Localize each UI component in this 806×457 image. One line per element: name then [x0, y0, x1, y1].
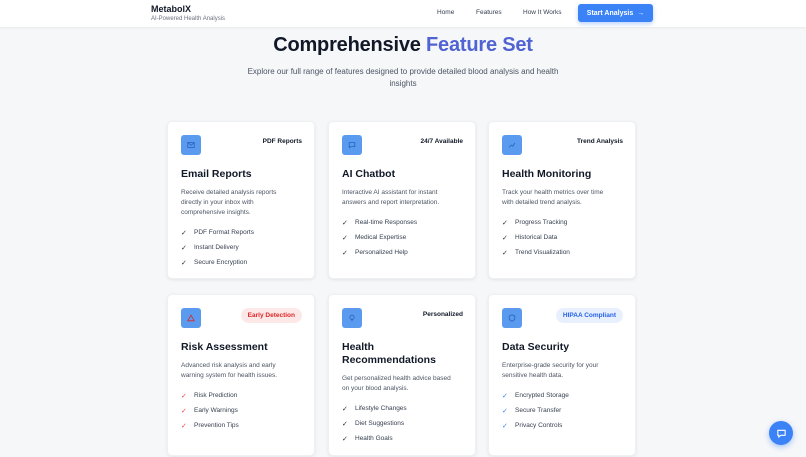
- check-icon: ✓: [502, 234, 508, 242]
- chart-icon: [502, 135, 522, 155]
- card-description: Receive detailed analysis reports direct…: [181, 189, 277, 216]
- feature-card-email-reports: PDF Reports Email Reports Receive detail…: [167, 121, 315, 279]
- check-icon: ✓: [342, 435, 348, 443]
- check-icon: ✓: [342, 249, 348, 257]
- alert-icon: [181, 308, 201, 328]
- chat-bubble-icon: [776, 429, 786, 438]
- feature-card-health-monitoring: Trend Analysis Health Monitoring Track y…: [488, 121, 636, 279]
- shield-icon: [502, 308, 522, 328]
- check-icon: ✓: [181, 244, 187, 252]
- card-badge: 24/7 Available: [420, 138, 463, 145]
- card-description: Advanced risk analysis and early warning…: [181, 362, 278, 379]
- list-item: ✓ Historical Data: [502, 234, 558, 242]
- nav-link-home[interactable]: Home: [437, 9, 454, 16]
- list-item: ✓ PDF Format Reports: [181, 229, 254, 237]
- check-icon: ✓: [342, 219, 348, 227]
- list-item: ✓ Health Goals: [342, 435, 393, 443]
- brand[interactable]: MetabolX AI-Powered Health Analysis: [151, 4, 225, 23]
- list-item: ✓ Progress Tracking: [502, 219, 568, 227]
- list-item: ✓ Instant Delivery: [181, 244, 239, 252]
- page-title-main: Comprehensive: [273, 34, 427, 56]
- card-description: Interactive AI assistant for instant ans…: [342, 189, 440, 206]
- feature-list: ✓ Lifestyle Changes ✓ Diet Suggestions ✓ He…: [342, 401, 407, 446]
- check-icon: ✓: [502, 392, 508, 400]
- card-description: Track your health metrics over time with…: [502, 189, 604, 206]
- feature-card-risk-assessment: Early Detection Risk Assessment Advanced…: [167, 294, 315, 456]
- check-icon: ✓: [181, 422, 187, 430]
- brand-name: MetabolX: [151, 4, 192, 14]
- card-description: Get personalized health advice based on …: [342, 375, 451, 392]
- card-title: AI Chatbot: [342, 168, 396, 180]
- check-icon: ✓: [181, 392, 187, 400]
- page-title: Comprehensive Feature Set: [0, 34, 806, 57]
- check-icon: ✓: [181, 407, 187, 415]
- feature-list: ✓ Real-time Responses ✓ Medical Expertise …: [342, 215, 417, 260]
- arrow-right-icon: →: [637, 9, 645, 17]
- check-icon: ✓: [342, 405, 348, 413]
- brand-tagline: AI-Powered Health Analysis: [151, 16, 226, 22]
- card-badge: PDF Reports: [262, 138, 302, 145]
- feature-card-health-recommendations: Personalized Health Recommendations Get …: [328, 294, 476, 456]
- list-item: ✓ Medical Expertise: [342, 234, 407, 242]
- list-item: ✓ Lifestyle Changes: [342, 405, 407, 413]
- feature-card-data-security: HIPAA Compliant Data Security Enterprise…: [488, 294, 636, 456]
- list-item: ✓ Secure Transfer: [502, 407, 562, 415]
- card-badge: Early Detection: [240, 308, 302, 323]
- feature-card-ai-chatbot: 24/7 Available AI Chatbot Interactive AI…: [328, 121, 476, 279]
- nav-link-features[interactable]: Features: [476, 9, 502, 16]
- check-icon: ✓: [181, 229, 187, 237]
- list-item: ✓ Trend Visualization: [502, 249, 570, 257]
- card-badge: Personalized: [422, 311, 463, 318]
- list-item: ✓ Prevention Tips: [181, 422, 239, 430]
- nav-link-how-it-works[interactable]: How It Works: [523, 9, 562, 16]
- feature-list: ✓ Encrypted Storage ✓ Secure Transfer ✓ Pri…: [502, 388, 569, 433]
- page-subtitle: Explore our full range of features desig…: [247, 67, 559, 88]
- card-title: Health Monitoring: [502, 168, 592, 180]
- card-title: Risk Assessment: [181, 341, 268, 353]
- list-item: ✓ Early Warnings: [181, 407, 238, 415]
- list-item: ✓ Encrypted Storage: [502, 392, 569, 400]
- card-title: Data Security: [502, 341, 570, 353]
- feature-list: ✓ Progress Tracking ✓ Historical Data ✓ Tre…: [502, 215, 570, 260]
- top-navbar: MetabolX AI-Powered Health Analysis Home…: [0, 0, 806, 27]
- feature-list: ✓ Risk Prediction ✓ Early Warnings ✓ Preven…: [181, 388, 239, 433]
- check-icon: ✓: [502, 219, 508, 227]
- lightbulb-icon: [342, 308, 362, 328]
- mail-icon: [181, 135, 201, 155]
- check-icon: ✓: [181, 259, 187, 267]
- list-item: ✓ Secure Encryption: [181, 259, 248, 267]
- chat-support-button[interactable]: [769, 421, 793, 445]
- card-title: Email Reports: [181, 168, 252, 180]
- start-analysis-label: Start Analysis: [586, 9, 634, 17]
- check-icon: ✓: [502, 422, 508, 430]
- list-item: ✓ Privacy Controls: [502, 422, 563, 430]
- page-title-accent: Feature Set: [426, 34, 533, 56]
- check-icon: ✓: [342, 420, 348, 428]
- check-icon: ✓: [342, 234, 348, 242]
- card-badge: Trend Analysis: [577, 138, 623, 145]
- card-badge: HIPAA Compliant: [555, 308, 623, 323]
- feature-list: ✓ PDF Format Reports ✓ Instant Delivery ✓ S…: [181, 225, 254, 270]
- list-item: ✓ Diet Suggestions: [342, 420, 405, 428]
- card-description: Enterprise-grade security for your sensi…: [502, 362, 599, 379]
- check-icon: ✓: [502, 407, 508, 415]
- list-item: ✓ Risk Prediction: [181, 392, 238, 400]
- card-title: Health Recommendations: [342, 341, 436, 366]
- list-item: ✓ Real-time Responses: [342, 219, 418, 227]
- start-analysis-button[interactable]: Start Analysis →: [578, 4, 653, 22]
- check-icon: ✓: [502, 249, 508, 257]
- chat-icon: [342, 135, 362, 155]
- list-item: ✓ Personalized Help: [342, 249, 408, 257]
